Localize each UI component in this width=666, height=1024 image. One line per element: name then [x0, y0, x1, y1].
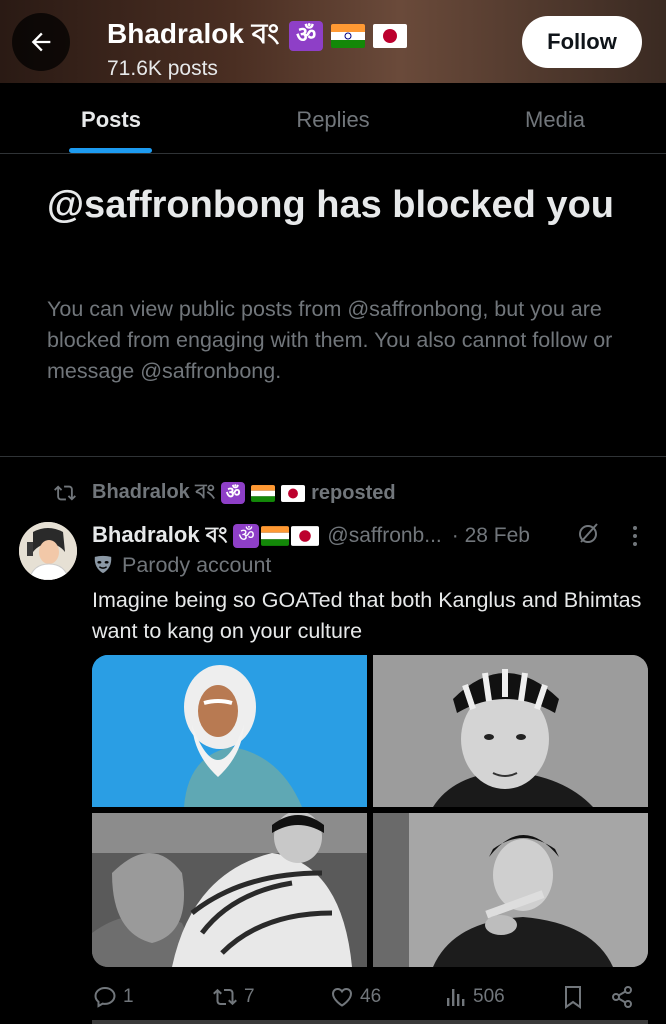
divider [0, 456, 666, 457]
views-button[interactable]: 506 [444, 982, 505, 1012]
arrow-left-icon [31, 32, 51, 52]
bookmark-icon [565, 986, 581, 1009]
reply-icon [94, 986, 116, 1008]
parody-label: Parody account [92, 551, 271, 579]
om-icon: ॐ [289, 20, 324, 51]
japan-flag-icon [372, 23, 407, 48]
repost-suffix: reposted [311, 481, 396, 504]
heart-icon [331, 987, 353, 1007]
repost-count: 7 [244, 986, 255, 1007]
media-image-4[interactable] [373, 813, 648, 967]
repost-icon [54, 485, 76, 501]
share-button[interactable] [610, 982, 634, 1012]
media-image-2[interactable] [373, 655, 648, 807]
post-count: 71.6K posts [107, 57, 218, 80]
post-body: Imagine being so GOATed that both Kanglu… [92, 588, 642, 643]
media-image-3[interactable] [92, 813, 367, 967]
tab-replies[interactable]: Replies [222, 83, 444, 154]
om-icon: ॐ [233, 524, 260, 548]
reply-count: 1 [123, 986, 134, 1007]
post-display-name[interactable]: Bhadralok বং [92, 518, 227, 555]
repost-indicator[interactable]: Bhadralok বং ॐ reposted [52, 479, 396, 507]
repost-icon [213, 988, 237, 1006]
tab-posts[interactable]: Posts [0, 83, 222, 154]
grok-icon[interactable] [576, 522, 600, 546]
blocked-title: @saffronbong has blocked you [47, 184, 614, 226]
bookmark-button[interactable] [562, 982, 584, 1012]
post-actions: 1 7 46 506 [92, 982, 648, 1012]
japan-flag-icon [291, 526, 320, 546]
like-button[interactable]: 46 [329, 982, 381, 1012]
post-handle[interactable]: @saffronb... [327, 524, 441, 548]
media-image-1[interactable] [92, 655, 367, 807]
header-display-name: Bhadralok বং [107, 18, 280, 49]
avatar[interactable] [19, 522, 77, 580]
profile-header: Bhadralok বং ॐ 71.6K posts Follow [0, 0, 666, 83]
parody-mask-icon [94, 555, 112, 574]
share-icon [612, 986, 632, 1008]
india-flag-icon [251, 484, 276, 502]
repost-name: Bhadralok বং [92, 480, 216, 503]
post-date[interactable]: · 28 Feb [452, 524, 530, 548]
views-count: 506 [473, 986, 505, 1007]
profile-tabs: Posts Replies Media [0, 83, 666, 154]
india-flag-icon [261, 526, 290, 546]
next-post-media-preview [92, 1020, 648, 1024]
japan-flag-icon [281, 484, 306, 502]
media-grid[interactable] [92, 655, 648, 967]
like-count: 46 [360, 986, 382, 1007]
india-flag-icon [330, 23, 365, 48]
more-options-icon[interactable] [627, 524, 643, 548]
header-title: Bhadralok বং ॐ [107, 12, 407, 59]
avatar-image [19, 522, 77, 580]
post-header: Bhadralok বং ॐ @saffronb... · 28 Feb [92, 520, 530, 552]
views-icon [447, 989, 465, 1006]
blocked-description: You can view public posts from @saffronb… [47, 297, 613, 383]
reply-button[interactable]: 1 [92, 982, 134, 1012]
active-tab-indicator [69, 148, 152, 153]
tab-media[interactable]: Media [444, 83, 666, 154]
follow-button[interactable]: Follow [522, 16, 642, 68]
parody-text: Parody account [122, 552, 272, 577]
back-button[interactable] [12, 13, 70, 71]
repost-button[interactable]: 7 [211, 982, 255, 1012]
om-icon: ॐ [221, 482, 246, 504]
